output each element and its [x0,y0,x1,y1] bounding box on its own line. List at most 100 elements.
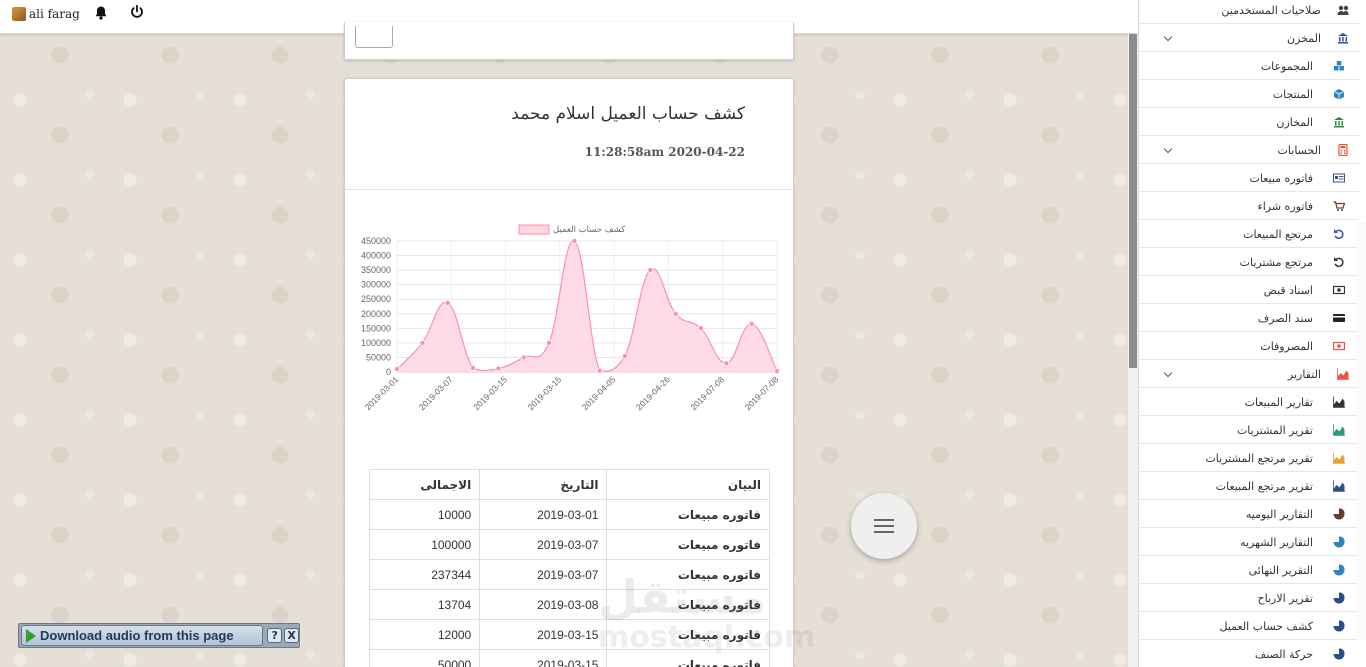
sidebar-item[interactable]: مرتجع مشتريات [1139,248,1359,276]
data-point [495,365,502,372]
legend-swatch [518,224,550,235]
chevron-down-icon[interactable] [1163,32,1173,42]
data-point [419,339,426,346]
sidebar-item-label: تقرير مرتجع المبيعات [1215,480,1313,493]
data-point [672,310,679,317]
area-chart-icon [1337,368,1349,380]
sidebar-item[interactable]: التقارير اليوميه [1139,500,1359,528]
user-name: ali farag [29,7,80,21]
sidebar-item[interactable]: المخزن [1139,24,1359,52]
sidebar-item[interactable]: كشف حساب العميل [1139,612,1359,640]
sidebar-item[interactable]: تقرير مرتجع المشتريات [1139,444,1359,472]
cell-total: 50000 [368,649,481,667]
sidebar-item-label: كشف حساب العميل [1219,620,1313,633]
sidebar-item[interactable]: التقرير النهائى [1139,556,1359,584]
sidebar-item[interactable]: صلاحيات المستخدمين [1139,0,1359,24]
divider [345,189,793,190]
watermark-arabic: مستقل [598,570,767,624]
report-timestamp: 11:28:58am 2020-04-22 [584,145,745,159]
pie-chart-icon [1333,508,1345,520]
menu-fab-button[interactable] [851,493,917,559]
sidebar-item-label: مرتجع مشتريات [1239,256,1313,269]
chevron-down-icon[interactable] [1163,368,1173,378]
x-tick-label: 2019-04-26 [634,374,672,412]
sidebar-item[interactable]: المجموعات [1139,52,1359,80]
data-point [697,325,704,332]
content-scrollbar-thumb[interactable] [1129,34,1137,368]
y-tick-label: 450000 [361,236,391,246]
cell-date: 2019-03-15 [479,649,608,667]
sidebar-scrollbar[interactable] [1356,222,1366,640]
data-point [723,360,730,367]
sidebar-item[interactable]: تقرير مرتجع المبيعات [1139,472,1359,500]
sidebar-item[interactable]: تقرير الارباح [1139,584,1359,612]
bank-icon [1334,117,1344,128]
print-button[interactable] [355,26,393,48]
sidebar-item[interactable]: فاتوره شراء [1139,192,1359,220]
data-point [596,367,603,374]
sidebar-item-label: اسناد قبض [1263,284,1313,297]
avatar [12,7,26,21]
area-chart-icon [1333,424,1345,436]
content-scrollbar[interactable] [1128,34,1138,667]
table-header-row: البيان التاريخ الاجمالى [368,469,770,500]
sidebar-item[interactable]: المخازن [1139,108,1359,136]
sidebar-item[interactable]: حركة الصنف [1139,640,1359,667]
data-point [520,354,527,361]
help-button[interactable]: ? [267,628,283,643]
sidebar-item-label: سند الصرف [1257,312,1313,325]
sidebar-item[interactable]: تقارير المبيعات [1139,388,1359,416]
download-audio-label: Download audio from this page [40,628,234,643]
user-menu[interactable]: ali farag [12,7,80,21]
sidebar-item[interactable]: سند الصرف [1139,304,1359,332]
sidebar-item[interactable]: فاتوره مبيعات [1139,164,1359,192]
cell-date: 2019-03-15 [479,619,608,650]
sidebar-item-label: الحسابات [1277,144,1321,157]
page-title: كشف حساب العميل اسلام محمد [511,104,745,124]
y-tick-label: 100000 [361,338,391,348]
y-tick-label: 350000 [361,265,391,275]
sidebar-item[interactable]: تقرير المشتريات [1139,416,1359,444]
sidebar-item[interactable]: المصروفات [1139,332,1359,360]
cell-total: 13704 [368,589,481,620]
area-chart-icon [1333,396,1345,408]
sidebar-item-label: فاتوره شراء [1257,200,1313,213]
bell-icon[interactable] [93,5,109,21]
y-tick-label: 150000 [361,323,391,333]
account-chart: 0 50000 100000 150000 200000 250000 300000 3500… [361,224,781,412]
power-icon[interactable] [129,4,145,20]
y-tick-label: 400000 [361,251,391,261]
sidebar-menu: صلاحيات المستخدمين المخزن المجموعات المنتجا… [1138,0,1366,667]
cell-date: 2019-03-08 [479,589,608,620]
x-tick-label: 2019-07-08 [743,374,781,412]
credit-card-icon [1333,314,1345,322]
cell-date: 2019-03-07 [479,559,608,590]
y-tick-label: 250000 [361,294,391,304]
cell-total: 237344 [368,559,481,590]
x-tick-label: 2019-03-15 [525,374,563,412]
pie-chart-icon [1333,536,1345,548]
chevron-down-icon[interactable] [1163,144,1173,154]
sidebar-item[interactable]: التقارير الشهريه [1139,528,1359,556]
sidebar-item-label: المصروفات [1260,340,1313,353]
sidebar-item-label: تقرير مرتجع المشتريات [1205,452,1313,465]
pie-chart-icon [1333,592,1345,604]
sidebar-item-label: تقرير الارباح [1257,592,1313,605]
pie-chart-icon [1333,564,1345,576]
sidebar-item[interactable]: التقارير [1139,360,1359,388]
cell-total: 100000 [368,529,481,560]
sidebar-item[interactable]: اسناد قبض [1139,276,1359,304]
bank-icon [1338,33,1348,44]
sidebar-item[interactable]: المنتجات [1139,80,1359,108]
sidebar-item-label: التقارير اليوميه [1245,508,1313,521]
sidebar-item[interactable]: الحسابات [1139,136,1359,164]
cell-desc: فاتوره مبيعات [606,529,770,560]
x-tick-label: 2019-03-15 [471,374,509,412]
series-area [397,240,777,372]
sidebar-item[interactable]: مرتجع المبيعات [1139,220,1359,248]
cell-date: 2019-03-01 [479,499,608,530]
header-date: التاريخ [479,469,608,500]
download-audio-button[interactable]: Download audio from this page [21,625,264,646]
close-button[interactable]: X [284,628,300,643]
cell-date: 2019-03-07 [479,529,608,560]
